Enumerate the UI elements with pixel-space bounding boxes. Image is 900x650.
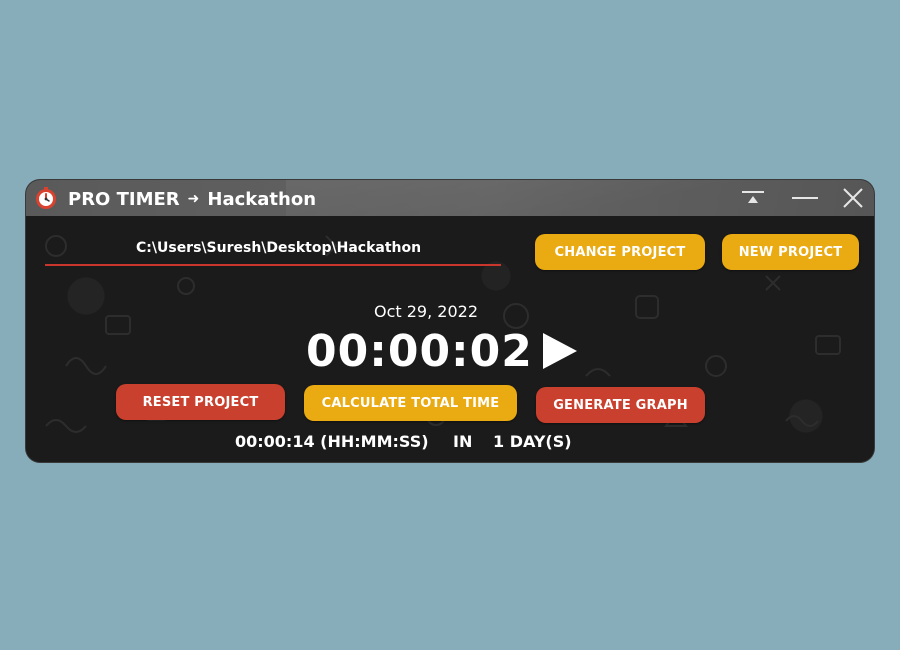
minimize-button[interactable] [790, 184, 820, 212]
main-panel: C:\Users\Suresh\Desktop\Hackathon CHANGE… [26, 216, 874, 462]
in-label: IN [453, 432, 473, 451]
window-title: PRO TIMER ➜ Hackathon [68, 188, 316, 210]
app-window: PRO TIMER ➜ Hackathon C:\Users\Suresh\De… [26, 180, 874, 462]
stopwatch-icon [34, 186, 58, 210]
new-project-button[interactable]: NEW PROJECT [722, 234, 859, 270]
reset-project-button[interactable]: RESET PROJECT [116, 384, 285, 420]
close-button[interactable] [838, 184, 868, 212]
calculate-total-time-button[interactable]: CALCULATE TOTAL TIME [304, 385, 517, 421]
close-icon [841, 186, 865, 210]
elapsed-timer: 00:00:02 [306, 326, 533, 377]
path-underline [45, 264, 501, 266]
project-name: Hackathon [207, 188, 317, 210]
current-date: Oct 29, 2022 [374, 302, 478, 321]
total-time: 00:00:14 (HH:MM:SS) [235, 432, 429, 451]
arrow-right-icon: ➜ [187, 191, 200, 207]
pin-to-top-icon [740, 188, 766, 208]
total-days: 1 DAY(S) [493, 432, 572, 451]
play-icon [539, 331, 579, 375]
generate-graph-button[interactable]: GENERATE GRAPH [536, 387, 705, 423]
title-bar[interactable]: PRO TIMER ➜ Hackathon [26, 180, 874, 216]
pin-to-top-button[interactable] [738, 184, 768, 212]
play-button[interactable] [538, 332, 580, 374]
change-project-button[interactable]: CHANGE PROJECT [535, 234, 705, 270]
minimize-icon [791, 188, 819, 208]
app-name: PRO TIMER [68, 188, 180, 210]
project-path: C:\Users\Suresh\Desktop\Hackathon [136, 240, 422, 256]
